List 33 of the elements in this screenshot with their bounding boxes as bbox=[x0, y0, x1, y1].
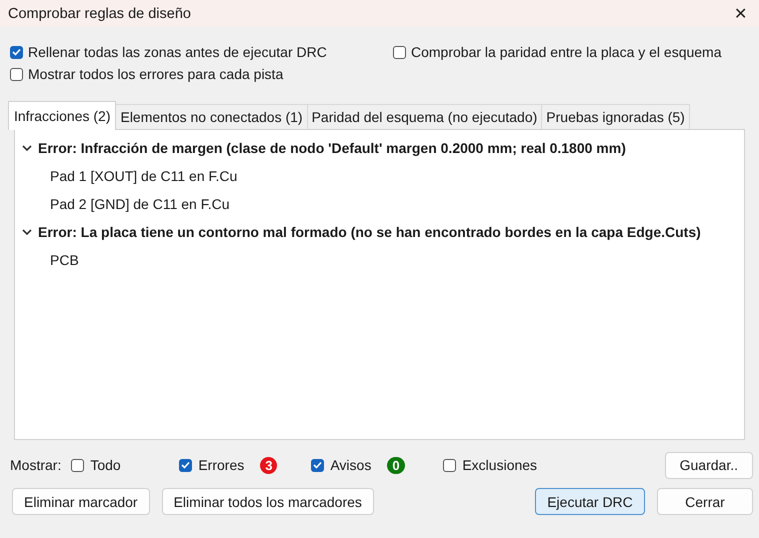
checkbox[interactable] bbox=[393, 46, 406, 58]
save-button[interactable]: Guardar.. bbox=[664, 452, 753, 478]
checkbox[interactable] bbox=[311, 458, 324, 472]
violation-item[interactable]: Pad 1 [XOUT] de C11 en F.Cu bbox=[50, 168, 238, 184]
checkbox-label: Comprobar la paridad entre la placa y el esquema bbox=[411, 44, 722, 60]
checkbox-label: Rellenar todas las zonas antes de ejecutar DRC bbox=[28, 44, 327, 60]
violation-item[interactable]: PCB bbox=[50, 252, 79, 268]
checkbox-label: Exclusiones bbox=[462, 457, 538, 473]
remove-marker-button[interactable]: Eliminar todos los marcadores bbox=[162, 488, 374, 515]
close-button[interactable]: ✕ bbox=[730, 4, 751, 24]
checkbox[interactable] bbox=[10, 46, 23, 58]
dialog-button[interactable]: Cerrar bbox=[657, 488, 753, 515]
tab[interactable]: Infracciones (2) bbox=[8, 101, 116, 130]
checkbox-label: Errores bbox=[198, 457, 244, 473]
checkbox[interactable] bbox=[71, 458, 84, 472]
window-title: Comprobar reglas de diseño bbox=[8, 6, 191, 22]
checkbox-label: Avisos bbox=[330, 457, 372, 473]
checkbox[interactable] bbox=[443, 458, 456, 472]
checkbox-label: Todo bbox=[90, 457, 121, 473]
dialog-button[interactable]: Ejecutar DRC bbox=[535, 488, 645, 515]
checkbox[interactable] bbox=[10, 68, 23, 80]
violation-title[interactable]: Error: La placa tiene un contorno mal formado (no se han encontrado bordes en la capa Edge.Cuts) bbox=[38, 224, 701, 240]
tab[interactable]: Pruebas ignoradas (5) bbox=[541, 104, 690, 130]
remove-marker-button[interactable]: Eliminar marcador bbox=[12, 488, 150, 515]
checkbox-label: Mostrar todos los errores para cada pista bbox=[28, 66, 284, 82]
violation-title[interactable]: Error: Infracción de margen (clase de nodo 'Default' margen 0.2000 mm; real 0.1800 mm) bbox=[38, 140, 626, 156]
count-badge: 0 bbox=[387, 456, 405, 474]
violation-item[interactable]: Pad 2 [GND] de C11 en F.Cu bbox=[50, 196, 230, 212]
count-badge: 3 bbox=[260, 456, 278, 474]
checkbox[interactable] bbox=[179, 458, 192, 472]
filter-label: Mostrar: bbox=[10, 457, 62, 473]
chevron-icon[interactable] bbox=[22, 228, 32, 236]
chevron-icon[interactable] bbox=[22, 144, 32, 152]
